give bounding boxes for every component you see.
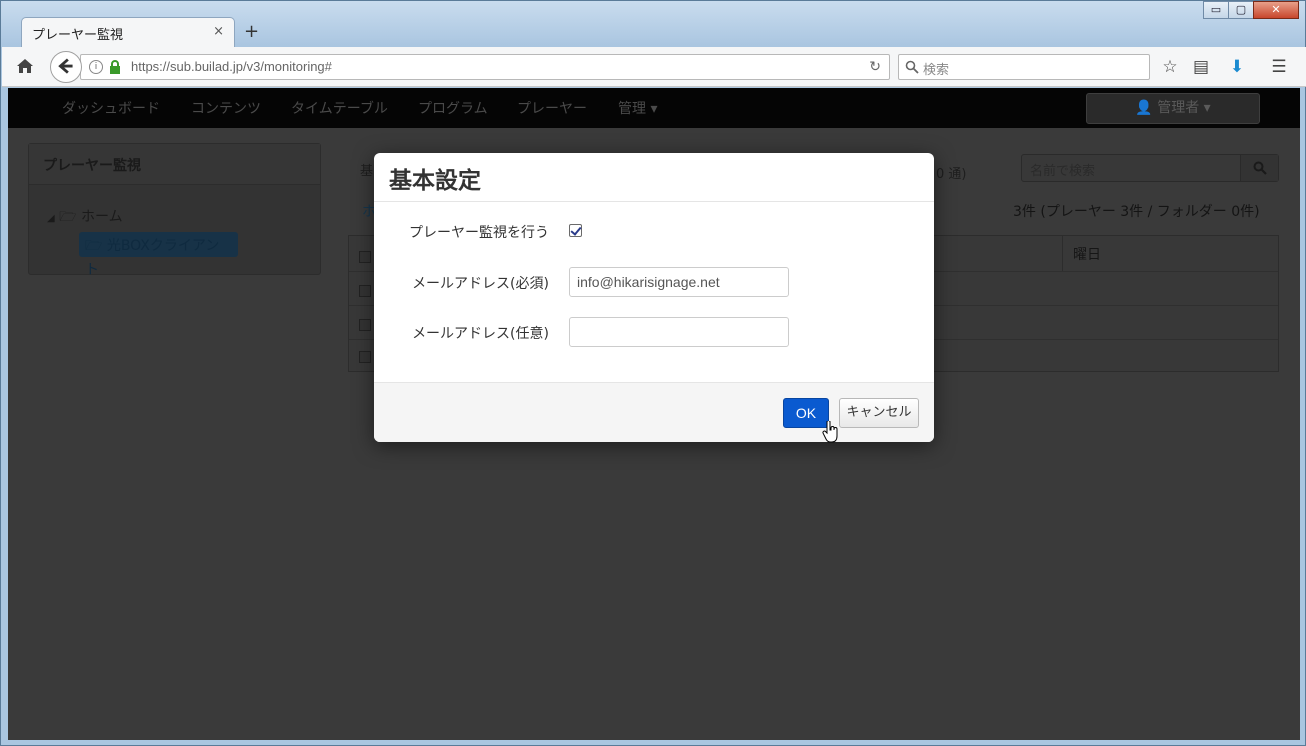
row-checkbox[interactable]: [359, 285, 371, 297]
result-count: 3件 (プレーヤー 3件 / フォルダー 0件): [1013, 204, 1260, 220]
tree-node-home[interactable]: ◢ 🗁 ホーム: [47, 206, 123, 230]
user-label: 管理者 ▾: [1157, 100, 1211, 116]
bookmark-star-icon[interactable]: ☆: [1160, 57, 1180, 77]
hand-cursor-icon: [822, 421, 838, 443]
name-search-group: 名前で検索: [1021, 154, 1279, 182]
row-checkbox[interactable]: [359, 351, 371, 363]
url-bar[interactable]: i https://sub.builad.jp/v3/monitoring# ↻: [80, 54, 890, 80]
tab-title: プレーヤー監視: [32, 28, 124, 43]
user-menu-button[interactable]: 👤 管理者 ▾: [1086, 93, 1260, 124]
nav-program[interactable]: プログラム: [418, 98, 488, 118]
search-icon: [905, 60, 919, 74]
url-text[interactable]: https://sub.builad.jp/v3/monitoring#: [131, 59, 332, 74]
tree-node-client[interactable]: 🗁 光BOXクライアント: [79, 232, 238, 278]
tree-collapse-icon[interactable]: ◢: [47, 213, 55, 224]
reading-list-icon[interactable]: ▤: [1191, 57, 1211, 77]
modal-footer: OK キャンセル: [374, 382, 934, 442]
app-navbar: ダッシュボード コンテンツ タイムテーブル プログラム プレーヤー 管理 ▾ 👤…: [8, 88, 1300, 128]
maximize-button[interactable]: ▢: [1228, 1, 1254, 19]
user-icon: 👤: [1135, 100, 1153, 116]
minimize-button[interactable]: ▭: [1203, 1, 1229, 19]
cancel-button[interactable]: キャンセル: [839, 398, 919, 428]
email-required-input[interactable]: [569, 267, 789, 297]
behind-basic-settings-button[interactable]: 基: [360, 160, 373, 179]
lock-icon: [110, 60, 120, 74]
modal-title: 基本設定: [389, 168, 481, 194]
browser-tab[interactable]: プレーヤー監視 ×: [21, 17, 235, 47]
home-icon[interactable]: [16, 57, 34, 75]
browser-search-bar[interactable]: 検索: [898, 54, 1150, 80]
basic-settings-modal: 基本設定 プレーヤー監視を行う メールアドレス(必須) メールアドレス(任意) …: [374, 153, 934, 442]
name-search-button[interactable]: [1240, 155, 1278, 181]
nav-admin[interactable]: 管理 ▾: [618, 98, 657, 118]
email-optional-input[interactable]: [569, 317, 789, 347]
folder-open-icon: 🗁: [85, 238, 103, 254]
window-controls: ▭ ▢ ✕: [1203, 1, 1299, 19]
email-required-label: メールアドレス(必須): [412, 276, 549, 292]
behind-status-text: 0 通): [936, 167, 967, 182]
browser-search-placeholder: 検索: [923, 63, 950, 78]
monitor-checkbox[interactable]: [569, 224, 582, 237]
folder-open-icon: 🗁: [59, 209, 77, 225]
download-icon[interactable]: ⬇: [1227, 57, 1247, 77]
monitor-label: プレーヤー監視を行う: [409, 225, 549, 241]
modal-header: 基本設定: [374, 153, 934, 202]
column-header-weekday: 曜日: [1062, 236, 1274, 271]
tree-child-label: 光BOXクライアント: [85, 238, 220, 278]
row-checkbox[interactable]: [359, 319, 371, 331]
modal-body: プレーヤー監視を行う メールアドレス(必須) メールアドレス(任意): [374, 202, 934, 382]
nav-contents[interactable]: コンテンツ: [191, 98, 261, 118]
close-window-button[interactable]: ✕: [1253, 1, 1299, 19]
reload-icon[interactable]: ↻: [869, 59, 881, 75]
nav-dashboard[interactable]: ダッシュボード: [62, 98, 160, 118]
search-icon: [1253, 161, 1267, 175]
name-search-placeholder[interactable]: 名前で検索: [1030, 160, 1095, 179]
back-arrow-icon: [58, 58, 73, 74]
title-bar: ▭ ▢ ✕ プレーヤー監視 × +: [1, 1, 1305, 47]
new-tab-button[interactable]: +: [244, 21, 259, 42]
menu-icon[interactable]: ☰: [1269, 57, 1289, 77]
back-button[interactable]: [50, 51, 82, 83]
nav-player[interactable]: プレーヤー: [517, 98, 587, 118]
browser-navbar: i https://sub.builad.jp/v3/monitoring# ↻…: [2, 47, 1306, 87]
left-panel: プレーヤー監視 ◢ 🗁 ホーム 🗁 光BOXクライアント: [28, 143, 321, 278]
select-all-checkbox[interactable]: [359, 251, 371, 263]
tab-close-icon[interactable]: ×: [213, 24, 224, 39]
email-optional-label: メールアドレス(任意): [412, 326, 549, 342]
left-panel-title: プレーヤー監視: [29, 144, 320, 185]
info-icon[interactable]: i: [89, 60, 103, 74]
nav-timetable[interactable]: タイムテーブル: [291, 98, 388, 118]
tree-home-label: ホーム: [80, 209, 123, 225]
